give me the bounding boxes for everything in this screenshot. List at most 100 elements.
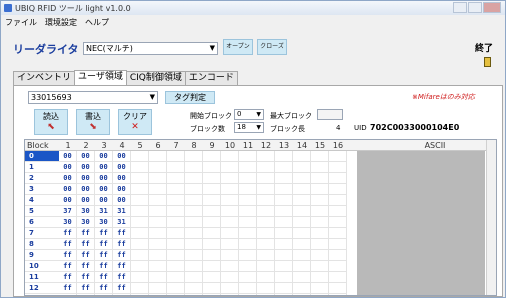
grid-cell[interactable] <box>275 261 293 272</box>
grid-cell[interactable]: 00 <box>95 151 113 162</box>
grid-cell[interactable] <box>293 217 311 228</box>
grid-cell[interactable] <box>185 195 203 206</box>
grid-cell[interactable]: 00 <box>95 184 113 195</box>
grid-cell[interactable]: 00 <box>59 195 77 206</box>
grid-cell[interactable] <box>221 184 239 195</box>
grid-cell[interactable] <box>275 162 293 173</box>
grid-cell[interactable] <box>239 272 257 283</box>
grid-cell[interactable] <box>185 151 203 162</box>
grid-cell[interactable] <box>131 206 149 217</box>
grid-cell[interactable]: 31 <box>113 206 131 217</box>
grid-cell[interactable] <box>131 195 149 206</box>
grid-row-header[interactable]: 4 <box>25 195 59 206</box>
grid-cell[interactable] <box>149 294 167 295</box>
grid-cell[interactable] <box>257 272 275 283</box>
grid-cell[interactable] <box>167 228 185 239</box>
start-block-select[interactable]: 0 ▼ <box>234 109 264 120</box>
grid-cell[interactable] <box>203 228 221 239</box>
grid-row-header[interactable]: 3 <box>25 184 59 195</box>
grid-row-header[interactable]: 1 <box>25 162 59 173</box>
grid-cell[interactable] <box>203 283 221 294</box>
grid-cell[interactable] <box>167 294 185 295</box>
grid-cell[interactable] <box>131 294 149 295</box>
grid-cell[interactable] <box>329 272 347 283</box>
grid-cell[interactable] <box>311 250 329 261</box>
grid-cell[interactable] <box>293 239 311 250</box>
grid-cell[interactable] <box>311 239 329 250</box>
grid-cell[interactable] <box>275 239 293 250</box>
grid-cell[interactable] <box>203 184 221 195</box>
grid-cell[interactable] <box>185 206 203 217</box>
grid-cell[interactable]: 00 <box>77 151 95 162</box>
grid-cell[interactable]: 00 <box>113 151 131 162</box>
grid-cell[interactable] <box>149 217 167 228</box>
grid-row-header[interactable]: 2 <box>25 173 59 184</box>
grid-cell[interactable] <box>131 283 149 294</box>
grid-cell[interactable]: 00 <box>59 162 77 173</box>
grid-cell[interactable] <box>131 184 149 195</box>
grid-cell[interactable] <box>329 239 347 250</box>
grid-cell[interactable] <box>167 217 185 228</box>
grid-cell[interactable] <box>131 151 149 162</box>
grid-cell[interactable]: ff <box>59 228 77 239</box>
grid-cell[interactable]: 00 <box>113 173 131 184</box>
grid-cell[interactable] <box>221 217 239 228</box>
grid-cell[interactable] <box>131 217 149 228</box>
grid-cell[interactable] <box>329 294 347 295</box>
grid-cell[interactable] <box>257 217 275 228</box>
grid-cell[interactable] <box>275 228 293 239</box>
grid-cell[interactable] <box>293 228 311 239</box>
exit-door-icon[interactable] <box>484 57 491 67</box>
grid-cell[interactable] <box>185 261 203 272</box>
grid-cell[interactable] <box>221 162 239 173</box>
grid-cell[interactable] <box>185 239 203 250</box>
tag-judge-button[interactable]: タグ判定 <box>165 91 215 104</box>
grid-cell[interactable] <box>311 195 329 206</box>
grid-cell[interactable] <box>257 228 275 239</box>
grid-cell[interactable] <box>239 250 257 261</box>
grid-row-header[interactable]: 12 <box>25 283 59 294</box>
grid-cell[interactable] <box>329 195 347 206</box>
grid-cell[interactable] <box>329 250 347 261</box>
grid-cell[interactable] <box>221 250 239 261</box>
grid-cell[interactable] <box>329 173 347 184</box>
grid-cell[interactable] <box>203 294 221 295</box>
grid-cell[interactable] <box>293 283 311 294</box>
grid-cell[interactable]: 00 <box>77 162 95 173</box>
grid-cell[interactable]: 00 <box>95 162 113 173</box>
grid-cell[interactable] <box>257 173 275 184</box>
grid-cell[interactable]: 37 <box>59 206 77 217</box>
grid-cell[interactable] <box>293 250 311 261</box>
grid-cell[interactable] <box>185 228 203 239</box>
grid-cell[interactable]: 30 <box>77 217 95 228</box>
grid-row-header[interactable]: 13 <box>25 294 59 295</box>
grid-cell[interactable]: ff <box>113 250 131 261</box>
clear-button[interactable]: クリア ✕ <box>118 109 152 135</box>
grid-cell[interactable] <box>203 151 221 162</box>
grid-cell[interactable]: ff <box>95 250 113 261</box>
grid-cell[interactable] <box>131 261 149 272</box>
grid-cell[interactable] <box>239 228 257 239</box>
tab-user-area[interactable]: ユーザ領域 <box>74 70 127 85</box>
grid-cell[interactable] <box>257 239 275 250</box>
grid-cell[interactable] <box>221 206 239 217</box>
grid-cell[interactable] <box>257 283 275 294</box>
grid-cell[interactable]: ff <box>77 261 95 272</box>
grid-cell[interactable] <box>185 272 203 283</box>
grid-cell[interactable] <box>167 272 185 283</box>
write-button[interactable]: 書込 ⬊ <box>76 109 110 135</box>
grid-cell[interactable] <box>185 283 203 294</box>
menu-help[interactable]: ヘルプ <box>85 17 109 28</box>
grid-cell[interactable] <box>239 184 257 195</box>
grid-cell[interactable]: 00 <box>59 151 77 162</box>
grid-cell[interactable] <box>203 261 221 272</box>
close-window-button[interactable] <box>483 2 501 13</box>
grid-cell[interactable] <box>275 283 293 294</box>
grid-cell[interactable]: ff <box>95 261 113 272</box>
grid-cell[interactable] <box>239 239 257 250</box>
grid-cell[interactable] <box>239 162 257 173</box>
grid-cell[interactable] <box>329 184 347 195</box>
grid-cell[interactable] <box>257 151 275 162</box>
grid-cell[interactable]: ff <box>77 239 95 250</box>
grid-cell[interactable]: ff <box>113 239 131 250</box>
